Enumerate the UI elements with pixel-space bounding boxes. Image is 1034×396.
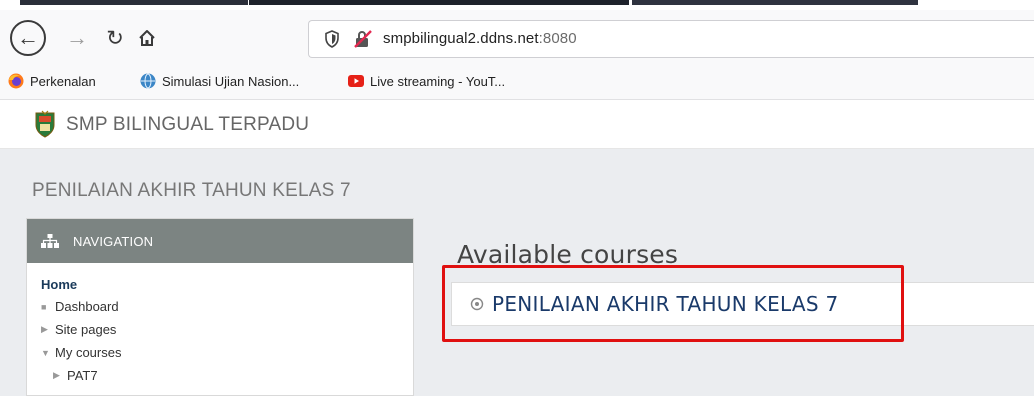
firefox-icon (8, 73, 24, 89)
navigation-title: NAVIGATION (73, 233, 154, 249)
youtube-icon (348, 75, 364, 87)
school-logo-icon[interactable] (34, 110, 56, 138)
nav-item-dashboard[interactable]: ■ Dashboard (41, 295, 413, 318)
arrow-left-icon: ← (17, 25, 39, 50)
caret-right-icon: ▶ (53, 370, 60, 380)
nav-home-link[interactable]: Home (41, 277, 413, 292)
url-port: :8080 (538, 30, 577, 47)
navigation-list: Home ■ Dashboard ▶ Site pages ▼ My cours… (27, 263, 413, 387)
back-button[interactable]: ← (10, 20, 46, 56)
nav-item-label: My courses (55, 345, 122, 360)
navigation-header[interactable]: NAVIGATION (27, 219, 413, 263)
url-text: smpbilingual2.ddns.net:8080 (383, 30, 577, 47)
nav-item-label: Site pages (55, 322, 117, 337)
reload-icon: ↻ (106, 26, 124, 50)
page-title: PENILAIAN AKHIR TAHUN KELAS 7 (32, 180, 351, 201)
globe-icon (140, 73, 156, 89)
nav-item-site-pages[interactable]: ▶ Site pages (41, 318, 413, 341)
nav-item-pat7[interactable]: ▶ PAT7 (41, 364, 413, 387)
bookmark-label: Perkenalan (30, 73, 96, 89)
shield-icon[interactable] (325, 30, 339, 48)
site-name[interactable]: SMP BILINGUAL TERPADU (66, 114, 309, 136)
reload-button[interactable]: ↻ (100, 22, 130, 54)
browser-toolbar: ← → ↻ smpbilingual2.ddns.net:8080 (0, 10, 1034, 66)
arrow-right-icon: → (66, 25, 88, 50)
nav-item-label: PAT7 (67, 368, 98, 383)
forward-button[interactable]: → (62, 22, 92, 54)
url-host: smpbilingual2.ddns.net (383, 30, 539, 47)
caret-right-icon: ▶ (41, 324, 48, 334)
navigation-block: NAVIGATION Home ■ Dashboard ▶ Site pages… (26, 218, 414, 396)
bookmark-simulasi[interactable]: Simulasi Ujian Nasion... (140, 73, 299, 89)
site-header: SMP BILINGUAL TERPADU (0, 101, 1034, 149)
top-strip (632, 0, 918, 5)
caret-down-icon: ▼ (41, 347, 50, 358)
home-icon (139, 30, 155, 46)
url-bar[interactable]: smpbilingual2.ddns.net:8080 (308, 20, 1034, 58)
nav-item-my-courses[interactable]: ▼ My courses (41, 341, 413, 364)
top-strip (20, 0, 248, 5)
bookmark-label: Simulasi Ujian Nasion... (162, 73, 300, 89)
highlight-box (442, 265, 904, 342)
home-button[interactable] (132, 22, 162, 54)
sitemap-icon (41, 234, 59, 248)
bookmark-perkenalan[interactable]: Perkenalan (8, 73, 96, 89)
bookmarks-bar: Perkenalan Simulasi Ujian Nasion... Live… (0, 66, 1034, 100)
bookmark-label: Live streaming - YouT... (370, 73, 506, 89)
top-strip (249, 0, 629, 5)
insecure-lock-icon[interactable] (353, 29, 373, 49)
nav-item-label: Dashboard (55, 299, 119, 314)
bullet-icon: ■ (41, 301, 47, 312)
bookmark-youtube[interactable]: Live streaming - YouT... (348, 73, 505, 89)
